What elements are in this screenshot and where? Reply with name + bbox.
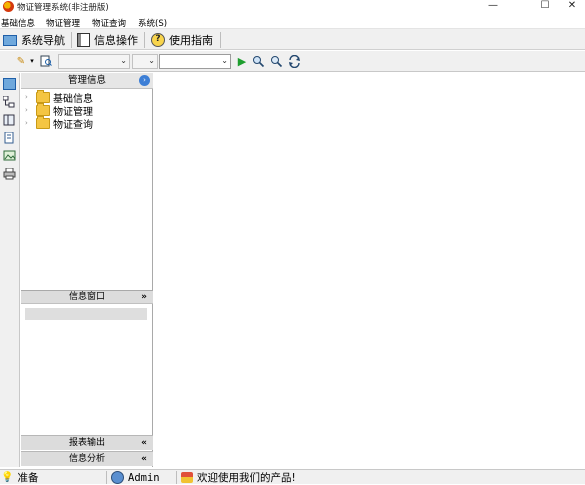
status-user-label: Admin (128, 471, 160, 484)
status-ready: 💡 准备 (1, 471, 38, 484)
status-separator (176, 471, 177, 484)
filter-combo-3[interactable]: ⌄ (159, 54, 231, 69)
tree-node-evidence-management[interactable]: › 物证管理 (25, 102, 93, 118)
filter-combo-2[interactable]: ⌄ (132, 54, 158, 69)
system-nav-label: 系统导航 (21, 34, 65, 47)
info-analysis-button[interactable]: 信息分析 « (21, 451, 153, 466)
system-nav-button[interactable]: 系统导航 (0, 31, 68, 49)
report-output-button[interactable]: 报表输出 « (21, 435, 153, 450)
info-operation-label: 信息操作 (94, 34, 138, 47)
lightbulb-icon: 💡 (1, 472, 14, 483)
info-analysis-label: 信息分析 (68, 454, 105, 464)
user-icon (111, 471, 124, 484)
dropdown-arrow-icon[interactable]: ▾ (28, 55, 36, 68)
chevron-down-icon: ⌄ (120, 56, 127, 65)
close-button[interactable]: ✕ (559, 0, 585, 14)
minimize-button[interactable]: — (480, 0, 506, 14)
double-chevron-left-icon: « (141, 454, 147, 464)
expand-icon[interactable]: › (25, 119, 33, 127)
maximize-button[interactable]: ☐ (532, 0, 558, 14)
info-window-header[interactable]: 信息窗口 » (21, 290, 153, 304)
nav-toolbar: 系统导航 信息操作 ? 使用指南 (0, 28, 585, 50)
pencil-icon[interactable]: ✎ (14, 55, 28, 68)
action-toolbar: ✎ ▾ ⌄ ⌄ ⌄ ▶ (0, 51, 585, 72)
double-chevron-down-icon[interactable]: » (141, 291, 147, 304)
panel-icon[interactable] (3, 114, 16, 126)
document-search-icon[interactable] (39, 55, 53, 68)
tree-node-basic-info[interactable]: › 基础信息 (25, 89, 93, 105)
status-bar: 💡 准备 Admin 欢迎使用我们的产品! (0, 469, 585, 484)
folder-icon (36, 89, 50, 103)
user-guide-label: 使用指南 (169, 34, 213, 47)
tree-panel: 管理信息 › › 基础信息 › 物证管理 › 物证查询 信息窗口 » 报表输出 … (21, 73, 153, 467)
folder-icon (36, 115, 50, 129)
toolbar-separator (220, 32, 221, 48)
app-logo-icon (3, 1, 14, 12)
group-icon (181, 472, 193, 483)
expand-icon[interactable]: › (25, 106, 33, 114)
user-guide-button[interactable]: ? 使用指南 (148, 31, 216, 49)
tree-panel-header: 管理信息 › (21, 73, 153, 89)
image-icon[interactable] (3, 150, 16, 162)
toolbar-separator (71, 32, 72, 48)
hierarchy-icon[interactable] (2, 95, 16, 108)
help-icon: ? (151, 33, 165, 47)
double-chevron-left-icon: « (141, 438, 147, 448)
folder-icon (36, 102, 50, 116)
info-window-content (25, 308, 147, 320)
window-title: 物证管理系统(非注册版) (17, 3, 109, 13)
status-message-label: 欢迎使用我们的产品! (197, 472, 296, 484)
status-user: Admin (111, 471, 160, 484)
book-icon (77, 33, 90, 47)
status-separator (106, 471, 107, 484)
info-window-title: 信息窗口 (68, 292, 105, 302)
title-bar: 物证管理系统(非注册版) — ☐ ✕ (0, 0, 585, 14)
chevron-down-icon: ⌄ (221, 56, 228, 65)
navigation-icon[interactable] (3, 78, 16, 90)
printer-icon[interactable] (3, 167, 16, 180)
tree-node-label: 物证查询 (53, 119, 93, 131)
run-icon[interactable]: ▶ (235, 55, 249, 68)
left-icon-strip (0, 73, 20, 467)
collapse-panel-icon[interactable]: › (139, 75, 150, 86)
tree-node-evidence-query[interactable]: › 物证查询 (25, 115, 93, 131)
menu-bar: 基础信息 物证管理 物证查询 系统(S) (0, 15, 585, 29)
expand-icon[interactable]: › (25, 93, 33, 101)
report-output-label: 报表输出 (68, 438, 105, 448)
info-operation-button[interactable]: 信息操作 (74, 31, 141, 49)
main-workspace[interactable] (154, 73, 585, 467)
tree-panel-title: 管理信息 (67, 75, 106, 86)
refresh-icon[interactable] (287, 54, 301, 69)
chevron-down-icon: ⌄ (148, 56, 155, 65)
status-message: 欢迎使用我们的产品! (181, 471, 296, 484)
toolbar-separator (144, 32, 145, 48)
filter-combo-1[interactable]: ⌄ (58, 54, 130, 69)
monitor-icon (3, 34, 17, 46)
search-user-icon[interactable] (251, 55, 265, 68)
document-icon[interactable] (3, 131, 16, 144)
status-ready-label: 准备 (17, 472, 39, 484)
zoom-search-icon[interactable] (269, 55, 283, 68)
